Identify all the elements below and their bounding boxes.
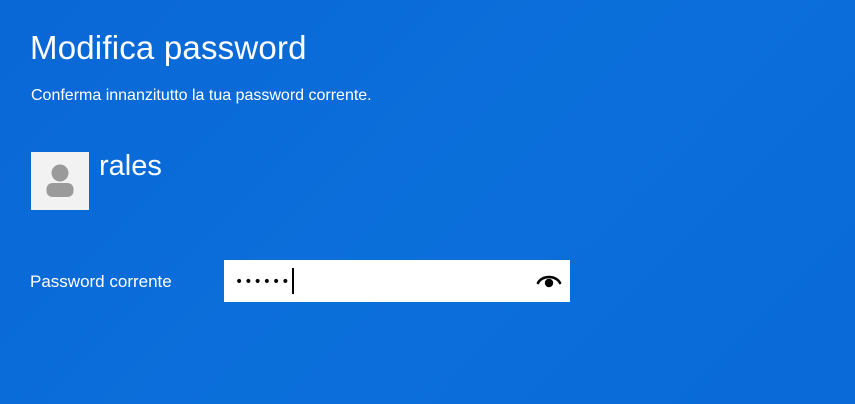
avatar [31,152,89,210]
username: rales [99,150,162,182]
eye-icon [536,275,562,288]
password-label: Password corrente [30,272,172,291]
password-field[interactable]: •••••• [224,260,570,302]
user-account: rales [31,150,162,210]
text-caret [291,267,294,294]
page-title: Modifica password [30,29,307,66]
reveal-password-button[interactable] [536,269,562,293]
change-password-page: Modifica password Conferma innanzitutto … [0,0,855,404]
password-mask: •••••• [235,260,294,302]
user-silhouette-icon [46,164,74,197]
password-masked-value: •••••• [235,274,291,290]
page-subtitle: Conferma innanzitutto la tua password co… [31,87,372,104]
